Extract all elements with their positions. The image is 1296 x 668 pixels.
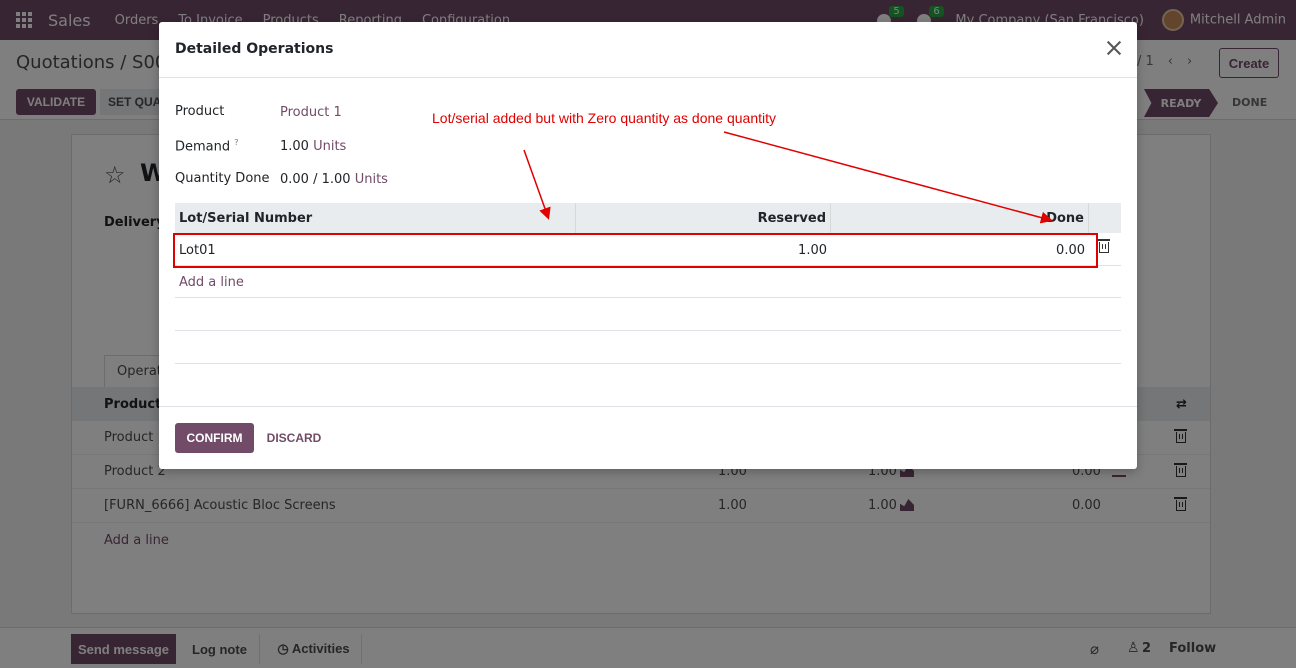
- qty-done-separator: /: [313, 172, 318, 187]
- add-line-row: Add a line: [175, 266, 1121, 298]
- demand-qty: 1.00: [280, 139, 309, 154]
- add-line-link[interactable]: Add a line: [179, 275, 244, 290]
- qty-done-uom: Units: [354, 172, 388, 187]
- move-lines-table: Lot/Serial Number Reserved Done Lot01 1.…: [175, 203, 1121, 364]
- header-reserved[interactable]: Reserved: [575, 203, 831, 233]
- demand-label: Demand ?: [175, 138, 239, 154]
- header-lot-serial[interactable]: Lot/Serial Number: [179, 211, 312, 226]
- product-label: Product: [175, 104, 225, 119]
- annotation-text: Lot/serial added but with Zero quantity …: [432, 110, 776, 126]
- quantity-done-value: 0.00 / 1.00 Units: [280, 172, 388, 187]
- demand-label-text: Demand: [175, 139, 231, 155]
- quantity-done-label: Quantity Done: [175, 171, 270, 186]
- header-done[interactable]: Done: [831, 203, 1089, 233]
- modal-header: Detailed Operations: [159, 22, 1137, 78]
- empty-row: [175, 331, 1121, 364]
- qty-done-total: 1.00: [321, 172, 351, 187]
- empty-row: [175, 298, 1121, 331]
- help-tooltip-icon[interactable]: ?: [234, 138, 238, 147]
- qty-done: 0.00: [280, 172, 309, 187]
- confirm-button[interactable]: CONFIRM: [175, 423, 254, 453]
- demand-value: 1.00 Units: [280, 139, 346, 154]
- demand-uom: Units: [313, 139, 347, 154]
- close-icon[interactable]: [1102, 36, 1126, 60]
- annotation-highlight-box: [173, 233, 1098, 268]
- discard-button[interactable]: DISCARD: [259, 423, 329, 453]
- delete-line-icon[interactable]: [1097, 239, 1110, 253]
- modal-footer: CONFIRM DISCARD: [159, 406, 1137, 469]
- product-value[interactable]: Product 1: [280, 105, 342, 120]
- table-header: Lot/Serial Number Reserved Done: [175, 203, 1121, 233]
- modal-title: Detailed Operations: [175, 41, 334, 57]
